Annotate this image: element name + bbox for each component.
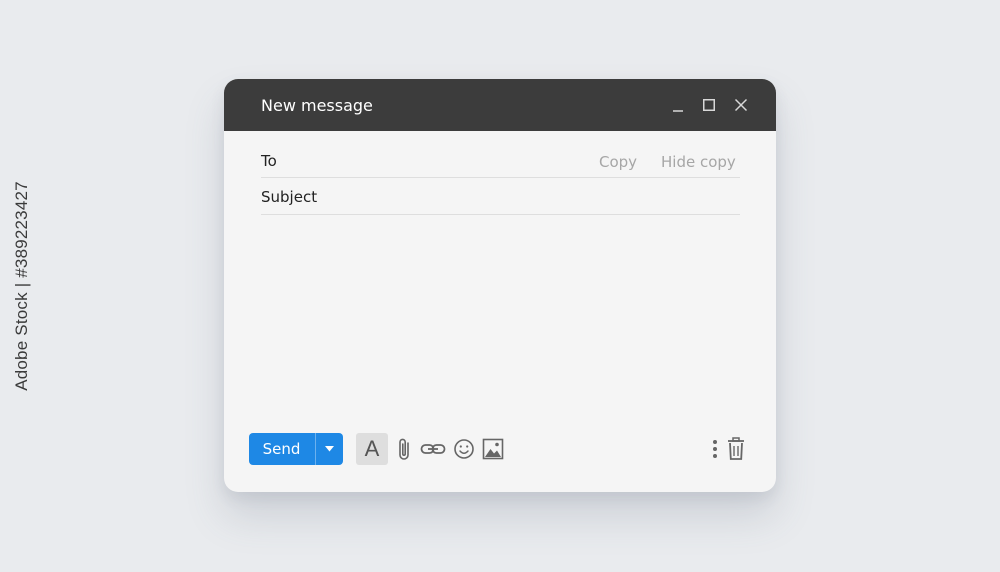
more-vertical-icon <box>713 440 717 458</box>
emoji-button[interactable] <box>453 433 475 465</box>
subject-label: Subject <box>261 188 318 206</box>
minimize-icon[interactable] <box>670 97 686 113</box>
discard-button[interactable] <box>726 433 746 465</box>
send-button-group: Send <box>249 433 343 465</box>
text-format-button[interactable]: A <box>356 433 388 465</box>
send-options-button[interactable] <box>316 433 343 465</box>
more-options-button[interactable] <box>710 433 720 465</box>
maximize-icon[interactable] <box>701 97 717 113</box>
trash-icon <box>728 437 744 460</box>
to-row: To Copy Hide copy <box>261 149 740 178</box>
send-button[interactable]: Send <box>249 433 314 465</box>
to-label: To <box>261 152 277 170</box>
message-body[interactable] <box>261 224 740 429</box>
compose-window: New message To Copy Hide copy Subject Se… <box>224 79 776 492</box>
stock-id-text: Adobe Stock | #389223427 <box>12 181 32 391</box>
window-title: New message <box>261 96 373 115</box>
subject-row: Subject <box>261 184 740 215</box>
attach-button[interactable] <box>396 433 414 465</box>
hide-copy-link[interactable]: Hide copy <box>661 152 736 172</box>
to-input[interactable] <box>321 149 591 173</box>
text-format-icon: A <box>364 436 380 461</box>
caret-down-icon <box>325 446 334 452</box>
close-icon[interactable] <box>733 97 749 113</box>
subject-input[interactable] <box>321 184 731 208</box>
image-icon <box>482 438 504 460</box>
link-icon <box>420 444 446 454</box>
insert-link-button[interactable] <box>420 433 446 465</box>
insert-image-button[interactable] <box>482 433 504 465</box>
emoji-icon <box>454 439 474 459</box>
copy-link[interactable]: Copy <box>599 152 637 172</box>
paperclip-icon <box>399 438 409 460</box>
stock-watermark: Adobe Stock | #389223427 <box>8 0 36 572</box>
title-bar: New message <box>224 79 776 131</box>
